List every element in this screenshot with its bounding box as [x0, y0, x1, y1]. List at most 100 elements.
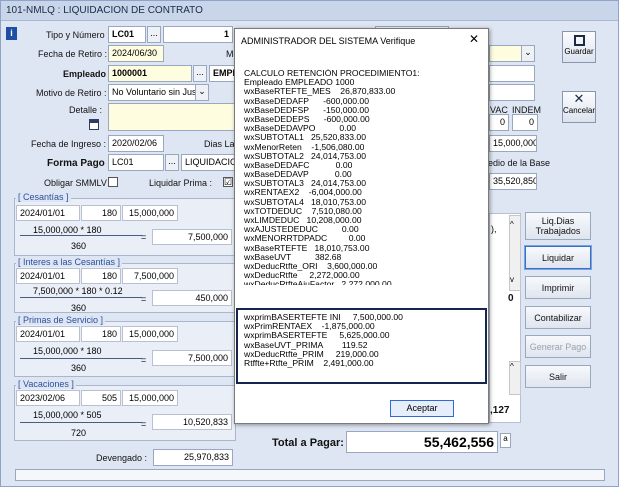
empleado-input[interactable]: 1000001: [108, 65, 192, 82]
liquidar-button[interactable]: Liquidar: [524, 245, 592, 270]
dialog-message: CALCULO RETENCIÓN PROCEDIMIENTO1: Emplea…: [244, 69, 484, 314]
dialog-line: CALCULO RETENCIÓN PROCEDIMIENTO1:: [244, 69, 420, 78]
liquidar-prima-label: Liquidar Prima :: [149, 178, 213, 188]
status-bar: [15, 469, 605, 481]
right-field-1[interactable]: [489, 65, 535, 82]
cesantias-divider: [20, 235, 142, 236]
cancel-icon: ✕: [573, 91, 585, 106]
dialog-line: wxBaseDEDAFC 0.00: [244, 160, 353, 170]
window-title: 101-NMLQ : LIQUIDACION DE CONTRATO: [6, 5, 203, 16]
dialog-lines: CALCULO RETENCIÓN PROCEDIMIENTO1: Emplea…: [244, 69, 484, 314]
salary-field[interactable]: 15,000,000: [489, 135, 537, 152]
detalle-input[interactable]: [108, 103, 238, 131]
tipo-input[interactable]: LC01: [108, 26, 146, 43]
salir-button[interactable]: Salir: [525, 365, 591, 388]
primas-base: 15,000,000: [122, 326, 178, 342]
forma-pago-name: LIQUIDACION: [181, 154, 237, 171]
imprimir-button[interactable]: Imprimir: [525, 276, 591, 299]
dialog-line: wxLIMDEDUC 10,208,000.00: [244, 216, 362, 225]
metodo-dropdown-icon[interactable]: ⌄: [521, 45, 535, 62]
empleado-lookup-button[interactable]: ...: [193, 65, 207, 82]
aceptar-button[interactable]: Aceptar: [390, 400, 454, 417]
cesantias-divisor: 360: [71, 241, 87, 251]
motivo-select[interactable]: No Voluntario sin Justa: [108, 84, 196, 101]
contabilizar-button[interactable]: Contabilizar: [525, 306, 591, 329]
dialog-line: wxMenorReten -1,506,080.00: [244, 142, 365, 152]
intereses-divisor: 360: [71, 303, 87, 313]
promedio-field: 35,520,850: [489, 173, 537, 190]
intereses-divider: [20, 297, 142, 298]
dialog-line: wxSUBTOTAL3 24,014,753.00: [244, 179, 366, 189]
dialog-line: wxDeducRtfte 2,272,000.00: [244, 271, 360, 281]
numero-input[interactable]: 1: [163, 26, 233, 43]
dialog-line: wxBaseRTEFTE 18,010,753.00: [244, 243, 370, 253]
dialog-title: ADMINISTRADOR DEL SISTEMA Verifique: [241, 36, 416, 46]
cesantias-formula: 15,000,000 * 180: [33, 225, 102, 235]
primas-equals: =: [141, 355, 147, 365]
cesantias-base: 15,000,000: [122, 205, 178, 221]
grid-zero-value: 0: [508, 293, 514, 304]
generar-pago-button[interactable]: Generar Pago: [525, 335, 591, 358]
intereses-date: 2024/01/01: [16, 268, 80, 284]
fecha-ingreso-input[interactable]: 2020/02/06: [108, 135, 164, 152]
dialog-line: wxRENTAEX2 -6,004,000.00: [244, 188, 362, 198]
fecha-retiro-input[interactable]: 2024/06/30: [108, 45, 164, 62]
dialog-line: wxAJUSTEDEDUC 0.00: [244, 225, 359, 235]
tipo-label: Tipo y Número :: [46, 30, 110, 40]
dialog-line: wxBaseDEDAVPO 0.00: [244, 124, 357, 134]
vacaciones-result: 10,520,833: [152, 414, 232, 430]
vac-input[interactable]: 0: [489, 114, 509, 131]
primas-result: 7,500,000: [152, 350, 232, 366]
dialog-line: wxSUBTOTAL4 18,010,753.00: [244, 197, 366, 207]
empleado-label: Empleado :: [63, 69, 112, 79]
tipo-lookup-button[interactable]: ...: [147, 26, 161, 43]
total-value: 55,462,556: [346, 431, 498, 453]
scroll-down-icon[interactable]: v: [510, 275, 514, 284]
dialog-line: wxTOTDEDUC 7,510,080.00: [244, 206, 362, 216]
dialog-line: wxBaseDEDEPS -600,000.00: [244, 114, 370, 124]
guardar-button[interactable]: Guardar: [562, 31, 596, 63]
dialog-line: wxSUBTOTAL1 25,520,833.00: [244, 133, 366, 143]
fecha-retiro-label: Fecha de Retiro :: [38, 49, 108, 59]
save-icon: [573, 35, 585, 46]
dialog-line: wxDeducRtfte_ORI 3,600,000.00: [244, 261, 378, 271]
promedio-label: edio de la Base: [488, 158, 551, 168]
vacaciones-equals: =: [141, 419, 147, 429]
dialog-line: wxBaseRTEFTE_MES 26,870,833.00: [244, 87, 396, 97]
vacaciones-divider: [20, 422, 142, 423]
cesantias-date: 2024/01/01: [16, 205, 80, 221]
vacaciones-title: [ Vacaciones ]: [16, 379, 76, 389]
primas-divider: [20, 358, 142, 359]
primas-divisor: 360: [71, 363, 87, 373]
close-icon[interactable]: ✕: [469, 32, 479, 46]
intereses-title: [ Interes a las Cesantías ]: [16, 257, 123, 267]
scroll-up-icon[interactable]: ^: [510, 220, 514, 229]
motivo-label: Motivo de Retiro :: [36, 88, 107, 98]
right-field-2[interactable]: [489, 84, 535, 101]
intereses-base: 7,500,000: [122, 268, 178, 284]
forma-pago-input[interactable]: LC01: [108, 154, 164, 171]
intereses-formula: 7,500,000 * 180 * 0.12: [33, 286, 123, 296]
cesantias-result: 7,500,000: [152, 229, 232, 245]
calendar-icon[interactable]: [89, 119, 99, 130]
vacaciones-formula: 15,000,000 * 505: [33, 410, 102, 420]
fecha-ingreso-label: Fecha de Ingreso :: [31, 139, 107, 149]
primas-date: 2024/01/01: [16, 326, 80, 342]
obligar-checkbox[interactable]: [108, 177, 118, 187]
motivo-dropdown-icon[interactable]: ⌄: [195, 84, 209, 101]
grid-header-mark: ),: [491, 224, 497, 234]
dialog-line: wxDeducRtfteAjuFactor 2,272,000.00: [244, 280, 392, 286]
cancelar-button[interactable]: ✕ Cancelar: [562, 91, 596, 123]
liq-dias-trabajados-button[interactable]: Liq.Dias Trabajados: [525, 212, 591, 240]
liquidar-prima-checkbox[interactable]: ☑: [223, 177, 233, 187]
dialog-line: wxBaseDEDFSP -150,000.00: [244, 105, 369, 115]
grid-partial-value: ,127: [490, 405, 510, 416]
dialog-line: wxSUBTOTAL2 24,014,753.00: [244, 151, 366, 161]
vacaciones-divisor: 720: [71, 428, 87, 438]
detalle-label: Detalle :: [69, 105, 103, 115]
total-label: Total a Pagar:: [272, 437, 344, 449]
scroll-up-icon-2[interactable]: ^: [510, 362, 514, 371]
forma-pago-lookup-button[interactable]: ...: [165, 154, 179, 171]
indem-input[interactable]: 0: [512, 114, 538, 131]
info-icon[interactable]: i: [6, 27, 17, 40]
